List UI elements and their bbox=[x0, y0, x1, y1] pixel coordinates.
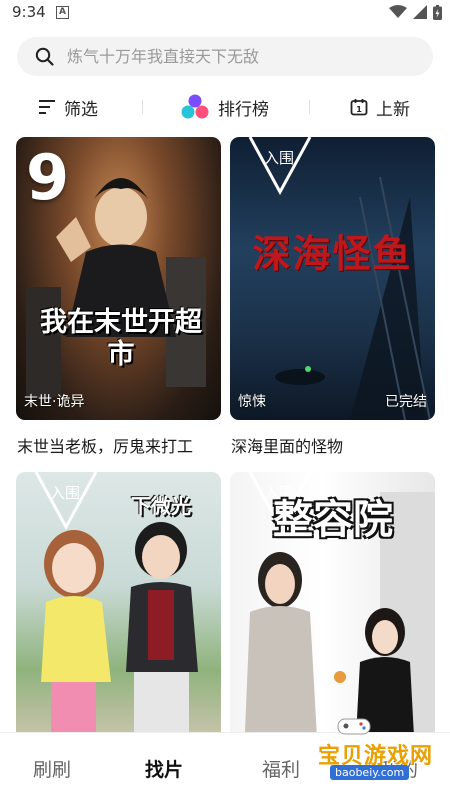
poster-title: 深海怪鱼 bbox=[252, 231, 413, 276]
divider bbox=[142, 100, 143, 114]
new-releases-button[interactable]: 1 上新 bbox=[350, 90, 410, 124]
shortlist-badge: 入围 bbox=[264, 149, 295, 167]
battery-icon bbox=[433, 4, 442, 20]
gamepad-icon bbox=[337, 718, 371, 735]
search-input[interactable] bbox=[67, 37, 417, 76]
drama-card[interactable]: 9 我在末世开超市 末世·诡异 末世当老板，厉鬼来打工 bbox=[16, 137, 221, 467]
status-icons bbox=[389, 4, 442, 20]
rank-badge: 9 bbox=[26, 141, 70, 214]
search-bar[interactable] bbox=[17, 37, 433, 76]
poster-title: 整容院 bbox=[273, 497, 393, 543]
signal-icon bbox=[413, 5, 427, 19]
poster-art bbox=[248, 137, 431, 420]
ranking-icon bbox=[181, 94, 209, 119]
notification-icon: A bbox=[56, 6, 69, 19]
drama-card[interactable]: 入围 下微光 bbox=[16, 472, 221, 755]
search-icon bbox=[35, 47, 54, 66]
card-title: 末世当老板，厉鬼来打工 bbox=[17, 437, 194, 456]
poster-image: 入围 下微光 bbox=[16, 472, 221, 755]
status-bar: 9:34 A bbox=[0, 0, 450, 26]
ranking-label: 排行榜 bbox=[218, 99, 269, 120]
nav-tab-find[interactable]: 找片 bbox=[145, 755, 183, 782]
poster-title: 下微光 bbox=[131, 494, 191, 518]
status-tag: 已完结 bbox=[385, 394, 427, 410]
ranking-button[interactable]: 排行榜 bbox=[180, 90, 269, 124]
nav-tab-welfare[interactable]: 福利 bbox=[262, 755, 300, 782]
new-label: 上新 bbox=[376, 99, 410, 120]
watermark: 宝贝游戏网 baobeiy.com bbox=[300, 700, 440, 790]
shortlist-badge: 入围 bbox=[50, 484, 81, 502]
filter-icon bbox=[39, 100, 55, 114]
nav-tab-shuashua[interactable]: 刷刷 bbox=[33, 755, 71, 782]
card-title: 深海里面的怪物 bbox=[231, 437, 344, 456]
poster-image: 9 我在末世开超市 末世·诡异 bbox=[16, 137, 221, 420]
genre-tag: 惊悚 bbox=[238, 394, 266, 410]
divider bbox=[309, 100, 310, 114]
drama-card[interactable]: 入围 深海怪鱼 惊悚 已完结 深海里面的怪物 bbox=[230, 137, 435, 467]
filter-button[interactable]: 筛选 bbox=[38, 90, 98, 124]
filter-label: 筛选 bbox=[64, 99, 98, 120]
filter-bar: 筛选 排行榜 1 上新 bbox=[0, 90, 450, 124]
poster-title: 我在末世开超市 bbox=[40, 307, 202, 370]
status-time: 9:34 bbox=[12, 3, 46, 21]
watermark-url: baobeiy.com bbox=[330, 765, 410, 780]
calendar-icon: 1 bbox=[350, 99, 368, 116]
genre-tag: 末世·诡异 bbox=[24, 394, 85, 410]
poster-image: 入围 深海怪鱼 惊悚 已完结 bbox=[230, 137, 435, 420]
wifi-icon bbox=[389, 5, 407, 18]
svg-text:1: 1 bbox=[356, 105, 362, 114]
